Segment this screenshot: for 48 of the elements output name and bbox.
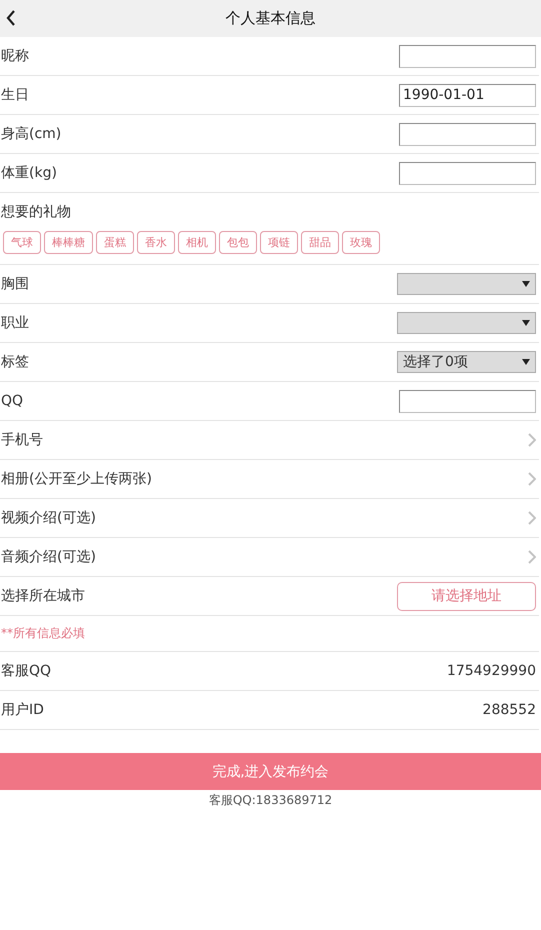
required-note: **所有信息必填: [0, 625, 85, 642]
caret-icon: [522, 359, 530, 365]
dropdown[interactable]: [397, 273, 536, 295]
chevron-icon[interactable]: [528, 511, 536, 525]
page-title: 个人基本信息: [226, 9, 316, 28]
caret-icon: [522, 281, 530, 287]
input-field[interactable]: [399, 390, 536, 412]
gift-tag[interactable]: 甜品: [301, 231, 339, 254]
gift-tag[interactable]: 蛋糕: [96, 231, 134, 254]
field-label: 想要的礼物: [0, 203, 71, 222]
input-field[interactable]: 1990-01-01: [399, 84, 536, 106]
input-field[interactable]: [399, 122, 536, 146]
field-label: 标签: [0, 353, 29, 371]
field-label: 选择所在城市: [0, 587, 85, 605]
chevron-icon[interactable]: [528, 550, 536, 564]
field-label: 音频介绍(可选): [0, 548, 96, 566]
field-label: 体重(kg): [0, 164, 57, 182]
chevron-icon[interactable]: [528, 472, 536, 486]
dropdown[interactable]: [397, 312, 536, 334]
field-label: 视频介绍(可选): [0, 509, 96, 527]
gift-tag[interactable]: 项链: [260, 231, 298, 254]
gift-tag[interactable]: 气球: [3, 231, 41, 254]
gift-tag[interactable]: 包包: [219, 231, 257, 254]
field-label: 身高(cm): [0, 125, 62, 143]
info-value: 1754929990: [446, 663, 536, 679]
submit-button[interactable]: 完成,进入发布约会: [0, 753, 541, 790]
field-label: 职业: [0, 314, 29, 332]
footer-text: 客服QQ:1833689712: [208, 792, 334, 809]
address-button[interactable]: 请选择地址: [397, 582, 536, 610]
field-label: 胸围: [0, 275, 29, 293]
field-label: 昵称: [0, 47, 29, 65]
gift-tag[interactable]: 香水: [137, 231, 175, 254]
back-icon[interactable]: [6, 10, 16, 26]
dropdown[interactable]: 选择了0项: [397, 351, 536, 373]
caret-icon: [522, 320, 530, 326]
field-label: 相册(公开至少上传两张): [0, 470, 152, 488]
field-label: 生日: [0, 86, 29, 104]
input-field[interactable]: [399, 44, 536, 68]
field-label: 用户ID: [0, 701, 44, 719]
field-label: QQ: [0, 393, 24, 409]
field-label: 手机号: [0, 431, 43, 449]
field-label: 客服QQ: [0, 662, 52, 680]
gift-tag[interactable]: 相机: [178, 231, 216, 254]
info-value: 288552: [482, 702, 536, 718]
input-field[interactable]: [399, 162, 536, 184]
gift-tag[interactable]: 玫瑰: [342, 231, 380, 254]
chevron-icon[interactable]: [528, 433, 536, 447]
gift-tag[interactable]: 棒棒糖: [44, 231, 93, 254]
